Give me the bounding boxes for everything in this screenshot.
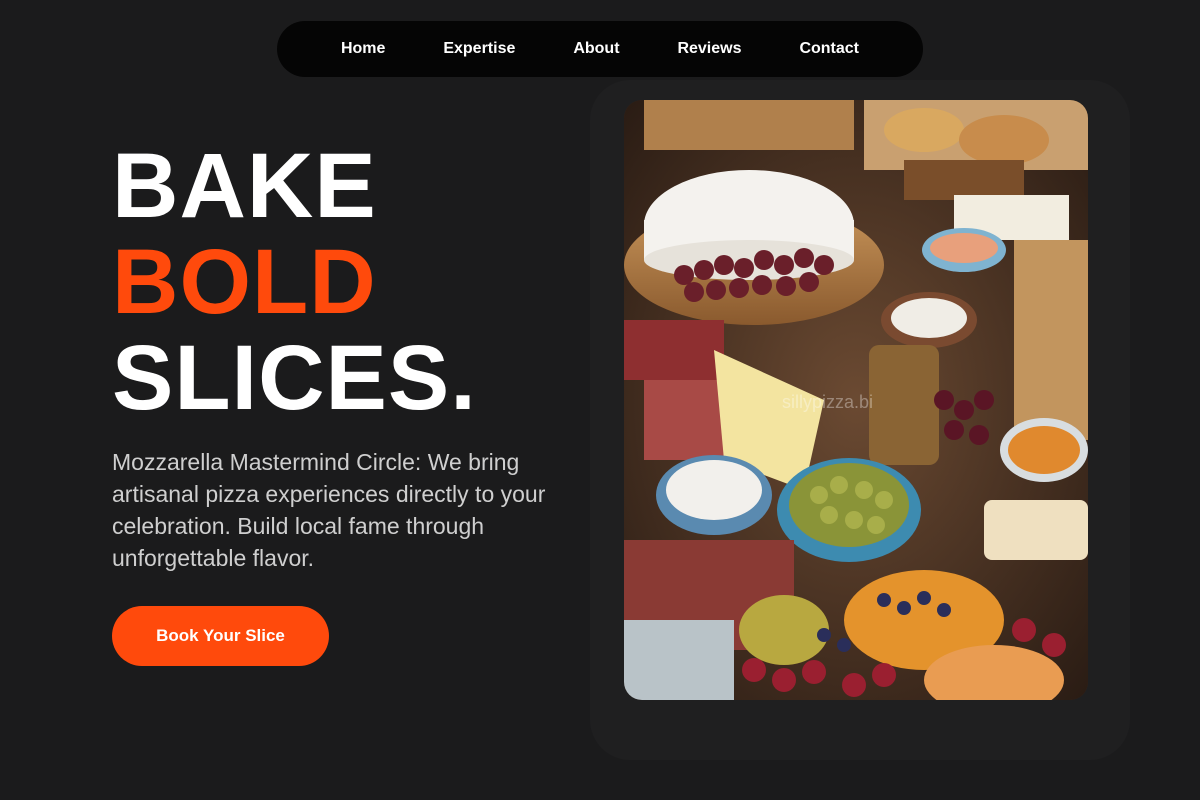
headline-line-bold: BOLD: [112, 231, 377, 333]
hero-description: Mozzarella Mastermind Circle: We bring a…: [112, 449, 546, 571]
headline-line-slices: SLICES.: [112, 327, 477, 429]
charcuterie-photo: sillypizza.bi: [624, 100, 1088, 700]
headline-line-bake: BAKE: [112, 135, 377, 237]
photo-watermark: sillypizza.bi: [782, 392, 873, 412]
nav-expertise-link[interactable]: Expertise: [433, 32, 525, 66]
hero-headline: BAKE BOLD SLICES.: [112, 138, 477, 426]
nav-home-link[interactable]: Home: [331, 32, 395, 66]
nav-contact-link[interactable]: Contact: [789, 32, 869, 66]
charcuterie-illustration: sillypizza.bi: [624, 100, 1088, 700]
nav-reviews-link[interactable]: Reviews: [667, 32, 751, 66]
main-nav: Home Expertise About Reviews Contact: [277, 21, 923, 77]
book-your-slice-button[interactable]: Book Your Slice: [112, 606, 329, 666]
nav-about-link[interactable]: About: [563, 32, 629, 66]
